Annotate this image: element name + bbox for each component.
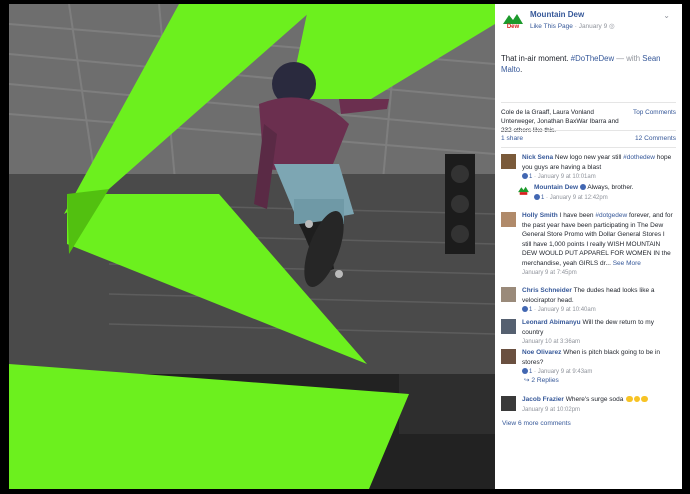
comment-time[interactable]: January 9 at 9:43am	[538, 369, 593, 375]
crying-emoji-icon	[641, 395, 648, 402]
like-count[interactable]: 1	[529, 174, 532, 180]
like-count[interactable]: 1	[529, 369, 532, 375]
like-icon	[522, 306, 528, 312]
mountain-dew-logo[interactable]: Dew	[501, 9, 525, 33]
shares-count[interactable]: 1 share	[501, 135, 523, 142]
verified-badge-icon	[579, 184, 586, 190]
like-count[interactable]: 1	[541, 195, 544, 201]
crying-emoji-icon	[626, 395, 633, 402]
comment-text: New logo new year still	[554, 154, 624, 161]
comments-count[interactable]: 12 Comments	[635, 135, 676, 142]
post-photo[interactable]	[9, 4, 495, 489]
post-header: Dew Mountain Dew Like This Page · Januar…	[501, 9, 678, 39]
view-more-comments-link[interactable]: View 6 more comments	[502, 420, 571, 427]
comment-time[interactable]: January 10 at 3:36am	[522, 339, 580, 345]
commenter-name[interactable]: Nick Sena	[522, 154, 553, 161]
post-subline: Like This Page · January 9 ◎	[530, 22, 615, 30]
hashtag-link[interactable]: #dotgedew	[595, 212, 627, 219]
like-icon	[522, 368, 528, 374]
commenter-name[interactable]: Holly Smith	[522, 212, 558, 219]
mountain-dew-avatar[interactable]	[517, 184, 530, 197]
hashtag-link[interactable]: #DoTheDew	[571, 54, 614, 63]
comment-time[interactable]: January 9 at 12:42pm	[550, 195, 608, 201]
skateboarder-image	[9, 4, 495, 489]
commenter-name[interactable]: Chris Schneider	[522, 287, 572, 294]
avatar[interactable]	[501, 396, 516, 411]
like-icon	[522, 173, 528, 179]
share-row: 1 share 12 Comments	[501, 135, 676, 142]
commenter-name[interactable]: Leonard Abimanyu	[522, 319, 581, 326]
globe-icon: ◎	[609, 23, 615, 30]
avatar[interactable]	[501, 349, 516, 364]
commenter-name[interactable]: Noe Olivarez	[522, 349, 561, 356]
comment-time[interactable]: January 9 at 7:45pm	[522, 270, 577, 276]
divider	[501, 102, 676, 103]
avatar[interactable]	[501, 212, 516, 227]
page-name[interactable]: Mountain Dew	[530, 10, 584, 19]
comment-text: forever, and for the past year have been…	[522, 212, 673, 267]
avatar[interactable]	[501, 319, 516, 334]
avatar[interactable]	[501, 287, 516, 302]
post-text-end: .	[520, 65, 523, 74]
comment-time[interactable]: January 9 at 10:40am	[538, 307, 596, 313]
replies-label[interactable]: 2 Replies	[531, 377, 559, 384]
view-replies-link[interactable]: ↪ 2 Replies	[524, 376, 559, 384]
comment-time[interactable]: January 9 at 10:01am	[538, 174, 596, 180]
post-text: That in-air moment. #DoTheDew — with Sea…	[501, 53, 675, 75]
comment-text: Always, brother.	[587, 184, 634, 191]
post-date[interactable]: January 9	[579, 23, 608, 30]
like-icon	[534, 193, 540, 200]
svg-text:Dew: Dew	[507, 24, 520, 30]
chevron-down-icon[interactable]: ⌄	[663, 11, 670, 20]
commenter-name[interactable]: Jacob Frazier	[522, 396, 564, 403]
comment-time[interactable]: January 9 at 10:02pm	[522, 407, 580, 413]
top-comments-filter[interactable]: Top Comments	[633, 108, 676, 117]
divider	[501, 130, 676, 131]
see-more-link[interactable]: See More	[613, 260, 641, 267]
commenter-name[interactable]: Mountain Dew	[534, 184, 578, 191]
post-sidebar: Dew Mountain Dew Like This Page · Januar…	[495, 4, 682, 489]
hashtag-link[interactable]: #dothedew	[623, 154, 655, 161]
crying-emoji-icon	[633, 395, 641, 402]
photo-viewer: Dew Mountain Dew Like This Page · Januar…	[0, 0, 690, 494]
post-text-main: That in-air moment.	[501, 54, 571, 63]
with-prefix: — with	[614, 54, 643, 63]
avatar[interactable]	[501, 154, 516, 169]
comment-text: I have been	[559, 212, 596, 219]
like-count[interactable]: 1	[529, 307, 532, 313]
like-page-link[interactable]: Like This Page	[530, 23, 573, 30]
comment-text: Where's surge soda	[565, 396, 624, 403]
divider	[501, 147, 676, 148]
